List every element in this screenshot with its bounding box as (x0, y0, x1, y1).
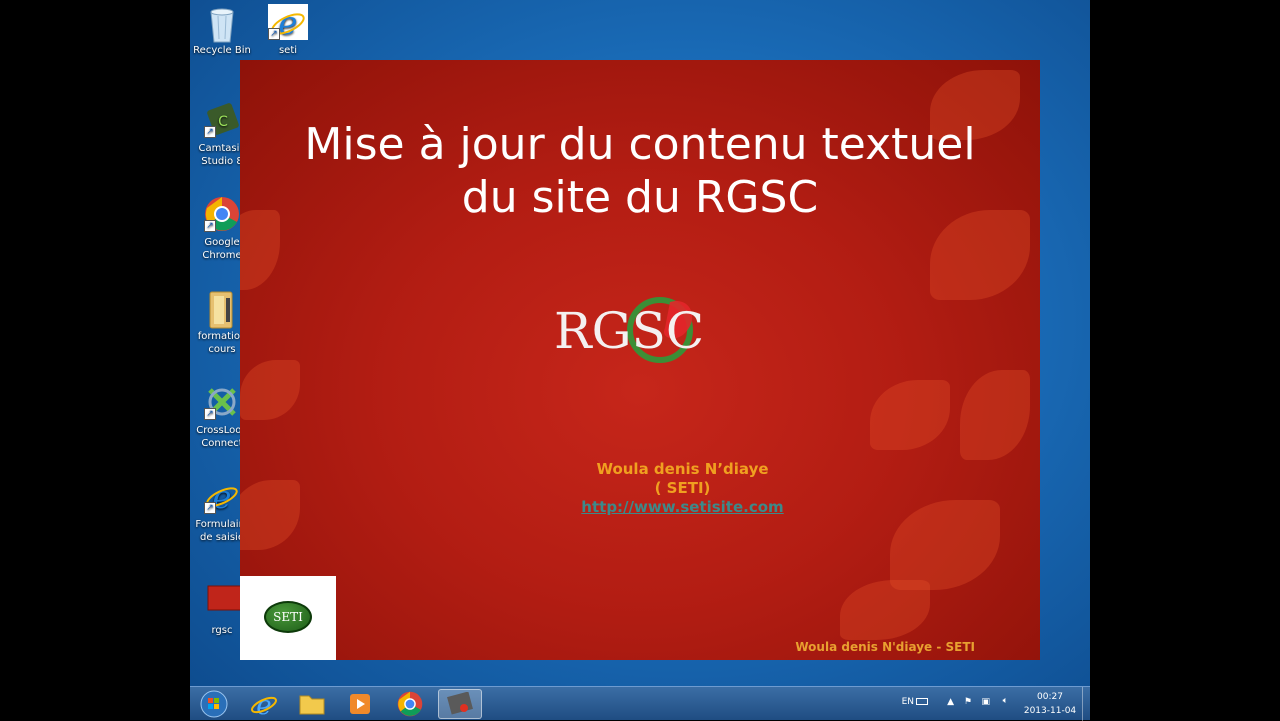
taskbar-chrome[interactable] (388, 689, 432, 719)
decorative-leaf (240, 360, 300, 420)
folder-icon (299, 695, 325, 715)
decorative-leaf (870, 380, 950, 450)
shortcut-arrow-icon: ↗ (268, 28, 280, 40)
language-indicator[interactable]: EN (902, 697, 914, 707)
desktop-icon-seti[interactable]: e ↗ seti (256, 4, 320, 57)
decorative-leaf (960, 370, 1030, 460)
taskbar-internet-explorer[interactable]: e (242, 689, 286, 719)
shortcut-arrow-icon: ↗ (204, 220, 216, 232)
desktop-icon-label: formation cours (197, 331, 247, 355)
show-desktop-button[interactable] (1082, 687, 1090, 721)
taskbar-presentation[interactable] (438, 689, 482, 719)
svg-text:C: C (218, 114, 228, 130)
internet-explorer-icon: e (251, 691, 277, 718)
desktop-icon-label: Camtasia Studio 8 (198, 143, 246, 167)
rgsc-logo-text: RGSC (554, 302, 704, 360)
decorative-leaf (840, 580, 930, 640)
shortcut-arrow-icon: ↗ (204, 126, 216, 138)
rgsc-logo: RGSC (550, 288, 740, 378)
slide-footer: Woula denis N'diaye - SETI (795, 640, 975, 654)
slide-title-line1: Mise à jour du contenu textuel (304, 119, 976, 170)
svg-text:e: e (279, 4, 298, 40)
author-org: ( SETI) (654, 479, 711, 497)
desktop-icon-label: seti (278, 45, 298, 56)
clock[interactable]: 00:27 2013-11-04 (1020, 690, 1080, 718)
volume-icon[interactable]: 🔈︎ (1003, 696, 1008, 706)
seti-logo-box: SETI (240, 576, 336, 660)
taskbar-media-player[interactable] (338, 689, 382, 719)
crossloop-icon: ↗ (204, 384, 240, 420)
folder-icon (204, 290, 240, 329)
internet-explorer-icon: e ↗ (204, 478, 240, 516)
camtasia-icon: C ↗ (204, 102, 240, 138)
author-block: Woula denis N’diaye ( SETI) http://www.s… (240, 460, 1040, 517)
internet-explorer-icon: e ↗ (268, 4, 308, 42)
seti-logo: SETI (264, 601, 312, 633)
taskbar: e EN ▲ ⚑ ▣ 🔈︎ 00:27 2013-11-04 (190, 686, 1090, 721)
chrome-icon (397, 691, 423, 717)
slide-title-line2: du site du RGSC (461, 172, 819, 223)
action-center-icon[interactable]: ⚑ (964, 697, 972, 707)
desktop-icon-label: rgsc (211, 625, 233, 636)
media-player-icon (350, 694, 370, 714)
desktop-icon-label: Recycle Bin (193, 45, 251, 56)
website-link[interactable]: http://www.setisite.com (240, 498, 1040, 517)
presentation-icon (447, 692, 473, 715)
start-orb-icon (200, 690, 228, 718)
desktop: Recycle Bin e ↗ seti C ↗ Camtasia Studio… (190, 0, 1090, 720)
presentation-icon (204, 584, 243, 620)
chrome-icon: ↗ (204, 196, 240, 232)
shortcut-arrow-icon: ↗ (204, 502, 216, 514)
start-button[interactable] (192, 689, 236, 719)
presentation-slide: Mise à jour du contenu textuel du site d… (240, 60, 1040, 660)
desktop-icon-recycle-bin[interactable]: Recycle Bin (190, 4, 254, 57)
clock-date: 2013-11-04 (1023, 706, 1077, 716)
desktop-icon-label: Google Chrome (202, 237, 242, 261)
slide-title: Mise à jour du contenu textuel du site d… (240, 118, 1040, 224)
keyboard-icon[interactable] (916, 698, 928, 705)
network-icon[interactable]: ▣ (981, 697, 990, 707)
shortcut-arrow-icon: ↗ (204, 408, 216, 420)
author-name: Woula denis N’diaye (596, 460, 769, 478)
clock-time: 00:27 (1037, 692, 1063, 702)
recycle-bin-icon (204, 4, 240, 43)
taskbar-explorer[interactable] (290, 689, 334, 719)
show-hidden-icons-icon[interactable]: ▲ (947, 697, 954, 707)
svg-text:e: e (256, 691, 271, 718)
